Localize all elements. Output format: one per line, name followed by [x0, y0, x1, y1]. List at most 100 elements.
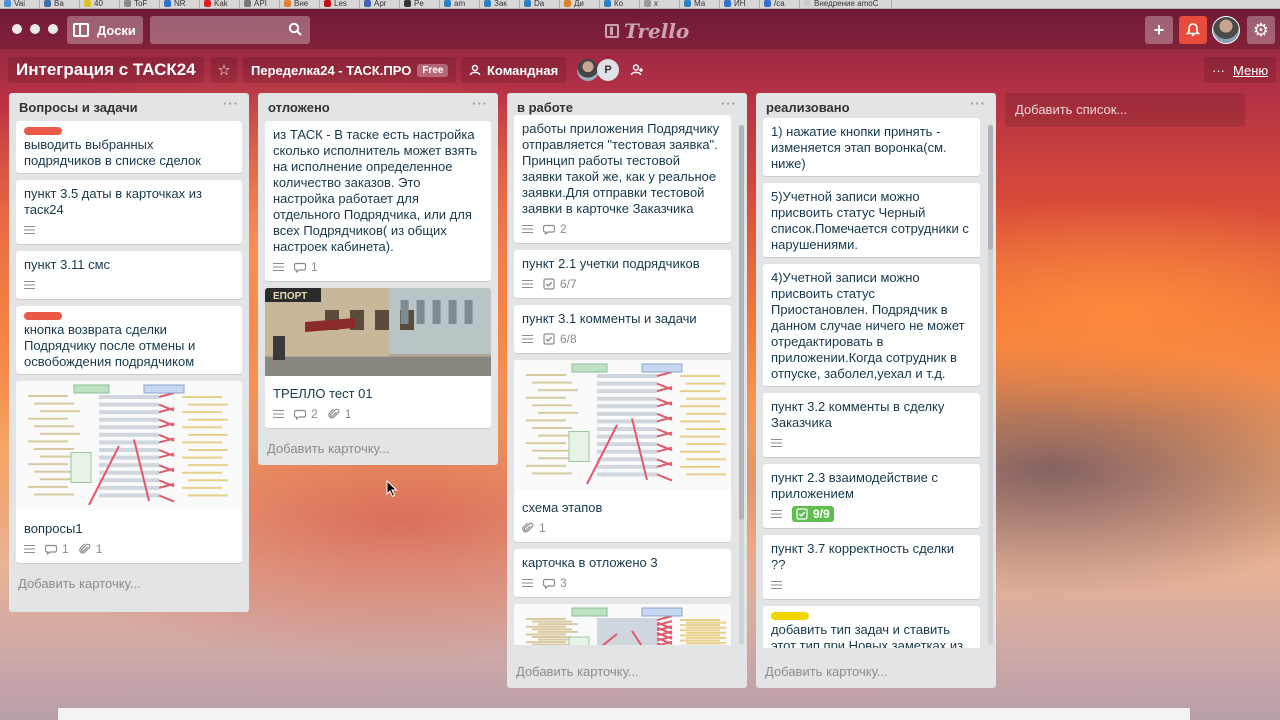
browser-tab[interactable]: x	[640, 0, 680, 8]
browser-tab[interactable]: Ди	[560, 0, 600, 8]
card-label[interactable]	[24, 312, 62, 320]
card-label[interactable]	[24, 127, 62, 135]
list-card[interactable]: кнопка возврата сделки Подрядчику после …	[16, 306, 242, 374]
browser-tab[interactable]: Ba	[40, 0, 80, 8]
list-card[interactable]: пункт 2.1 учетки подрядчиков 6/7	[514, 250, 731, 298]
list-title[interactable]: Вопросы и задачи	[19, 100, 138, 115]
list-header[interactable]: реализовано ···	[756, 93, 996, 121]
list-card[interactable]: добавить тип задач и ставить этот тип пр…	[763, 606, 980, 648]
boards-button[interactable]: Доски	[67, 16, 143, 44]
card-label[interactable]	[771, 612, 809, 620]
browser-tab[interactable]: am	[440, 0, 480, 8]
browser-tab[interactable]: API	[240, 0, 280, 8]
list-menu-icon[interactable]: ···	[472, 96, 488, 111]
list-scrollbar-thumb[interactable]	[739, 125, 744, 520]
board-title[interactable]: Интеграция с ТАСК24	[8, 57, 204, 83]
browser-tab[interactable]: 40	[80, 0, 120, 8]
member-avatar-initial[interactable]: P	[597, 59, 619, 81]
list-scrollbar-thumb[interactable]	[988, 125, 993, 250]
list-card[interactable]: пункт 2.3 взаимодействие с приложением 9/…	[763, 464, 980, 528]
tab-title: Pe	[414, 0, 424, 8]
search-icon[interactable]	[288, 22, 302, 36]
tab-favicon-icon	[404, 0, 411, 7]
comment-icon	[45, 544, 57, 555]
browser-tab[interactable]: Da	[520, 0, 560, 8]
visibility-button[interactable]: Командная	[461, 57, 567, 83]
checklist-count: 6/7	[560, 277, 577, 291]
card-badges: 11	[24, 539, 234, 559]
browser-tab[interactable]: Vai	[0, 0, 40, 8]
list-menu-icon[interactable]: ···	[223, 96, 239, 111]
card-badges: 2	[522, 219, 723, 239]
list-menu-icon[interactable]: ···	[970, 96, 986, 111]
invite-member-button[interactable]	[626, 59, 648, 81]
list-card[interactable]	[514, 604, 731, 645]
comment-icon	[294, 262, 306, 273]
list-card[interactable]: 1) нажатие кнопки принять - изменяется э…	[763, 118, 980, 176]
list-card[interactable]: карточка в отложено 3 3	[514, 549, 731, 597]
tab-favicon-icon	[84, 0, 91, 7]
browser-tab[interactable]: Зак	[480, 0, 520, 8]
checklist-badge: 6/8	[543, 331, 577, 347]
card-title: пункт 2.3 взаимодействие с приложением	[771, 470, 938, 501]
list-menu-icon[interactable]: ···	[721, 96, 737, 111]
list-card[interactable]: пункт 3.1 комменты и задачи 6/8	[514, 305, 731, 353]
list-card[interactable]: 4)Учетной записи можно присвоить статус …	[763, 264, 980, 386]
browser-tab[interactable]: Pe	[400, 0, 440, 8]
browser-tab[interactable]: NR	[160, 0, 200, 8]
member-avatar-photo[interactable]	[577, 59, 599, 81]
list-card[interactable]: пункт 3.7 корректность сделки ??	[763, 535, 980, 599]
notifications-button[interactable]	[1179, 16, 1207, 44]
list-scrollbar[interactable]	[988, 125, 993, 645]
add-card-button[interactable]: Добавить карточку...	[9, 570, 249, 598]
list-card[interactable]: работы приложения Подрядчику отправляетс…	[514, 115, 731, 243]
team-name: Переделка24 - ТАСК.ПРО	[251, 62, 412, 78]
add-list-button[interactable]: Добавить список...	[1005, 93, 1245, 127]
create-button[interactable]: +	[1145, 16, 1173, 44]
search-input[interactable]	[150, 16, 310, 44]
star-board-button[interactable]: ☆	[211, 57, 237, 83]
list-title[interactable]: отложено	[268, 100, 330, 115]
list-card[interactable]: пункт 3.11 смс	[16, 251, 242, 299]
add-card-button[interactable]: Добавить карточку...	[756, 658, 996, 686]
list-card[interactable]: из ТАСК - В таске есть настройка сколько…	[265, 121, 491, 281]
team-button[interactable]: Переделка24 - ТАСК.ПРО Free	[243, 57, 457, 83]
user-avatar[interactable]	[1212, 16, 1240, 44]
description-icon	[24, 225, 35, 235]
settings-button[interactable]: ⚙	[1247, 16, 1275, 44]
list-title[interactable]: в работе	[517, 100, 573, 115]
browser-tab[interactable]: /са	[760, 0, 800, 8]
list-card[interactable]: выводить выбранных подрядчиков в списке …	[16, 121, 242, 173]
minimize-dot[interactable]	[30, 24, 40, 34]
browser-tab[interactable]: Ко	[600, 0, 640, 8]
browser-tab[interactable]: Внедрение amoC	[800, 0, 892, 8]
search-box[interactable]	[150, 16, 310, 44]
trello-logo[interactable]: Trello	[605, 19, 689, 43]
tab-favicon-icon	[804, 0, 811, 7]
close-dot[interactable]	[12, 24, 22, 34]
list-card[interactable]: вопросы1 1 1	[16, 381, 242, 563]
list-header[interactable]: отложено ···	[258, 93, 498, 121]
list-card[interactable]: ЕПОРТ ТРЕЛЛО тест 01 2 1	[265, 288, 491, 428]
browser-tab[interactable]: Kak	[200, 0, 240, 8]
zoom-dot[interactable]	[48, 24, 58, 34]
list-title[interactable]: реализовано	[766, 100, 850, 115]
list-card[interactable]: пункт 3.2 комменты в сделку Заказчика	[763, 393, 980, 457]
browser-tab[interactable]: ToF	[120, 0, 160, 8]
add-card-button[interactable]: Добавить карточку...	[258, 435, 498, 463]
add-card-button[interactable]: Добавить карточку...	[507, 658, 747, 686]
list-card[interactable]: 5)Учетной записи можно присвоить статус …	[763, 183, 980, 257]
browser-tab[interactable]: Вне	[280, 0, 320, 8]
board-menu-button[interactable]: ··· Меню	[1204, 57, 1277, 83]
browser-tab[interactable]: Les	[320, 0, 360, 8]
list-header[interactable]: Вопросы и задачи ···	[9, 93, 249, 121]
list-scrollbar[interactable]	[739, 125, 744, 645]
tab-title: Ba	[54, 0, 64, 8]
list-card[interactable]: пункт 3.5 даты в карточках из таск24	[16, 180, 242, 244]
list-card[interactable]: схема этапов 1	[514, 360, 731, 542]
card-list: 1) нажатие кнопки принять - изменяется э…	[756, 118, 996, 648]
browser-tab[interactable]: ИН	[720, 0, 760, 8]
browser-tab[interactable]: Apr	[360, 0, 400, 8]
browser-tab[interactable]: Ма	[680, 0, 720, 8]
plus-icon: +	[1153, 19, 1165, 40]
